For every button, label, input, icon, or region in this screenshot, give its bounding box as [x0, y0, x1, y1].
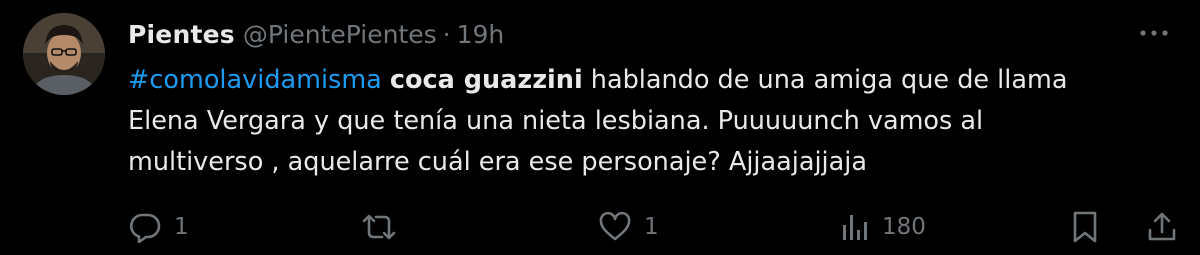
more-button[interactable] [1136, 18, 1172, 48]
avatar-image [23, 13, 105, 95]
more-icon [1140, 30, 1168, 36]
retweet-button[interactable] [360, 205, 410, 249]
views-chart-icon [843, 215, 867, 240]
tweet-text-line-2: Elena Vergara y que tenía una nieta lesb… [128, 106, 984, 136]
views-button[interactable]: 180 [840, 205, 926, 249]
share-icon [1148, 212, 1176, 241]
reply-count: 1 [174, 214, 189, 240]
views-count: 180 [882, 214, 926, 240]
reply-icon [130, 213, 161, 243]
retweet-icon [362, 214, 396, 240]
like-count: 1 [644, 214, 659, 240]
tweet-text-segment: hablando de una amiga que de llama [582, 65, 1068, 95]
bookmark-icon [1073, 211, 1097, 243]
like-button[interactable]: 1 [598, 205, 659, 249]
avatar[interactable] [23, 13, 105, 95]
timestamp[interactable]: 19h [457, 20, 505, 49]
tweet-text-line-1: #comolavidamisma coca guazzini hablando … [128, 60, 1168, 101]
reply-button[interactable]: 1 [128, 205, 189, 249]
heart-icon [599, 211, 631, 241]
tweet-text: #comolavidamisma coca guazzini hablando … [128, 60, 1168, 183]
tweet-actions: 1 1 180 [128, 205, 1188, 249]
hashtag-link[interactable]: #comolavidamisma [128, 65, 382, 95]
bold-mention: coca guazzini [389, 65, 583, 95]
tweet-card[interactable]: Pientes @PientePientes · 19h #comolavida… [0, 0, 1200, 255]
tweet-text-line-3: multiverso , aquelarre cuál era ese pers… [128, 147, 867, 177]
user-handle[interactable]: @PientePientes [243, 20, 437, 49]
separator-dot: · [442, 19, 451, 49]
display-name[interactable]: Pientes [128, 20, 235, 49]
tweet-header: Pientes @PientePientes · 19h [128, 14, 504, 54]
share-button[interactable] [1146, 205, 1178, 249]
bookmark-button[interactable] [1070, 205, 1100, 249]
